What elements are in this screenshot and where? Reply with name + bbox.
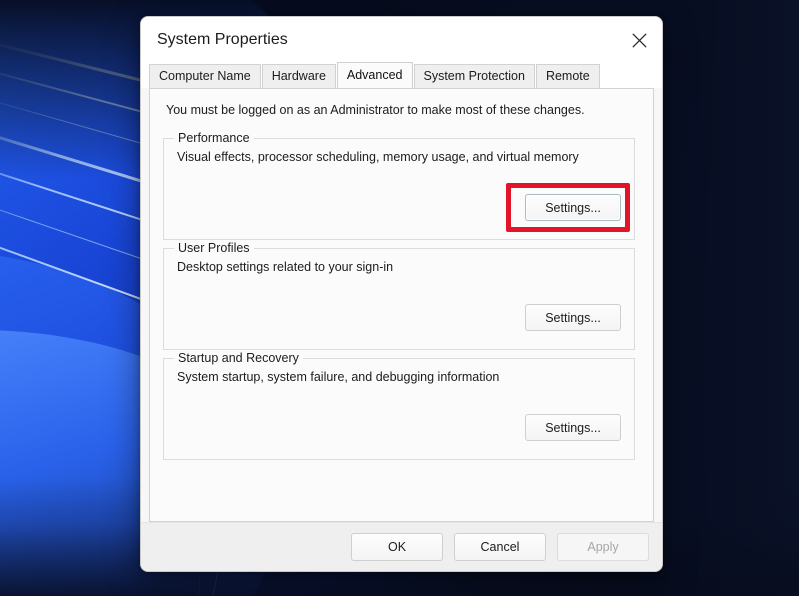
tab-computer-name[interactable]: Computer Name [149,64,261,88]
apply-button: Apply [557,533,649,561]
tab-system-protection[interactable]: System Protection [413,64,535,88]
user-profiles-group-description: Desktop settings related to your sign-in [177,260,394,274]
advanced-tab-panel: You must be logged on as an Administrato… [149,88,654,522]
system-properties-dialog: System Properties Computer Name Hardware… [140,16,663,572]
administrator-note: You must be logged on as an Administrato… [166,103,585,117]
tab-advanced[interactable]: Advanced [336,62,413,88]
cancel-button[interactable]: Cancel [454,533,546,561]
dialog-title: System Properties [157,31,288,48]
user-profiles-group-legend: User Profiles [174,241,254,255]
close-button[interactable] [616,17,662,63]
user-profiles-group: User Profiles Desktop settings related t… [163,241,635,350]
performance-group-legend: Performance [174,131,254,145]
dialog-footer: OK Cancel Apply [141,522,662,571]
startup-recovery-group: Startup and Recovery System startup, sys… [163,351,635,460]
startup-recovery-settings-button[interactable]: Settings... [525,414,621,441]
performance-settings-button[interactable]: Settings... [525,194,621,221]
startup-recovery-group-legend: Startup and Recovery [174,351,303,365]
tab-hardware[interactable]: Hardware [261,64,336,88]
dialog-titlebar: System Properties [141,17,662,63]
user-profiles-settings-button[interactable]: Settings... [525,304,621,331]
tab-remote[interactable]: Remote [535,64,600,88]
ok-button[interactable]: OK [351,533,443,561]
performance-group: Performance Visual effects, processor sc… [163,131,635,240]
close-icon [632,33,647,48]
tab-strip: Computer Name Hardware Advanced System P… [141,62,662,88]
startup-recovery-group-description: System startup, system failure, and debu… [177,370,500,384]
performance-group-description: Visual effects, processor scheduling, me… [177,150,579,164]
